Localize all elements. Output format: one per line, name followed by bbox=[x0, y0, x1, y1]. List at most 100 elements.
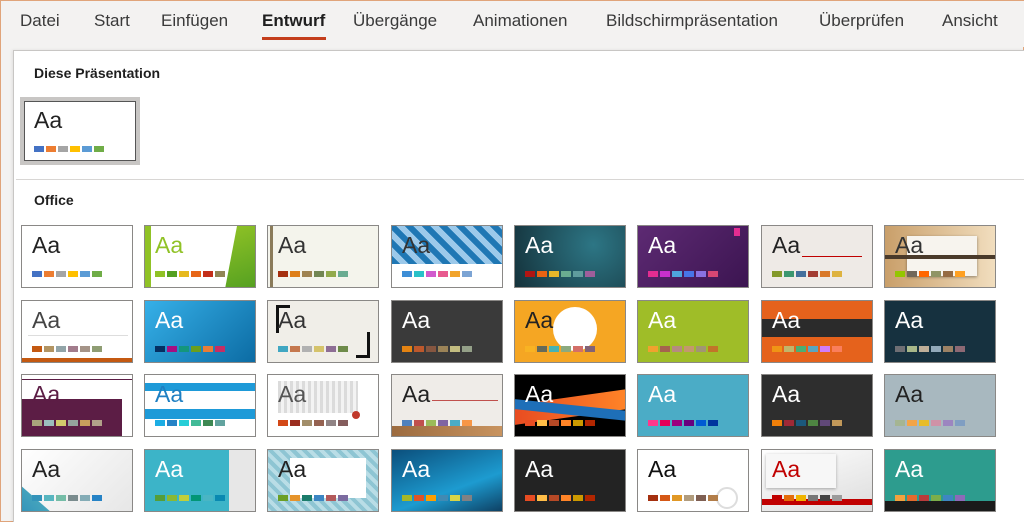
office-theme-thumbnail[interactable]: Aa bbox=[884, 374, 996, 437]
color-swatch bbox=[426, 420, 436, 426]
theme-color-swatches bbox=[402, 271, 472, 277]
active-tab-indicator bbox=[262, 37, 326, 40]
color-swatch bbox=[462, 271, 472, 277]
office-theme-thumbnail[interactable]: Aa bbox=[391, 225, 503, 288]
theme-decoration bbox=[22, 358, 132, 362]
tab-datei[interactable]: Datei bbox=[20, 11, 60, 37]
office-theme-thumbnail[interactable]: Aa bbox=[884, 300, 996, 363]
color-swatch bbox=[820, 420, 830, 426]
theme-decoration bbox=[367, 332, 370, 358]
office-theme-thumbnail[interactable]: Aa bbox=[144, 374, 256, 437]
color-swatch bbox=[438, 271, 448, 277]
theme-decoration bbox=[734, 228, 740, 236]
theme-preview-text: Aa bbox=[155, 307, 184, 333]
office-theme-thumbnail[interactable]: Aa bbox=[761, 449, 873, 512]
theme-preview-text: Aa bbox=[895, 456, 924, 482]
color-swatch bbox=[919, 271, 929, 277]
color-swatch bbox=[684, 495, 694, 501]
office-theme-thumbnail[interactable]: Aa bbox=[637, 374, 749, 437]
color-swatch bbox=[191, 420, 201, 426]
office-theme-thumbnail[interactable]: Aa bbox=[884, 449, 996, 512]
office-theme-thumbnail[interactable]: Aa bbox=[391, 449, 503, 512]
office-theme-thumbnail[interactable]: Aa bbox=[21, 374, 133, 437]
tab-ansicht[interactable]: Ansicht bbox=[942, 11, 998, 37]
theme-preview-text: Aa bbox=[278, 232, 307, 258]
office-theme-thumbnail[interactable]: Aa bbox=[514, 449, 626, 512]
office-theme-thumbnail[interactable]: Aa bbox=[514, 225, 626, 288]
office-theme-thumbnail[interactable]: Aa bbox=[267, 225, 379, 288]
office-theme-thumbnail[interactable]: Aa bbox=[144, 300, 256, 363]
color-swatch bbox=[648, 346, 658, 352]
color-swatch bbox=[179, 271, 189, 277]
theme-color-swatches bbox=[648, 346, 718, 352]
color-swatch bbox=[290, 495, 300, 501]
color-swatch bbox=[56, 271, 66, 277]
color-swatch bbox=[808, 271, 818, 277]
tab-start[interactable]: Start bbox=[94, 11, 130, 37]
color-swatch bbox=[56, 495, 66, 501]
theme-color-swatches bbox=[895, 346, 965, 352]
color-swatch bbox=[931, 495, 941, 501]
tab-ueberpruefen[interactable]: Überprüfen bbox=[819, 11, 904, 37]
color-swatch bbox=[549, 271, 559, 277]
color-swatch bbox=[561, 420, 571, 426]
color-swatch bbox=[537, 420, 547, 426]
theme-preview-text: Aa bbox=[525, 381, 554, 407]
office-theme-thumbnail[interactable]: Aa bbox=[637, 225, 749, 288]
color-swatch bbox=[955, 346, 965, 352]
color-swatch bbox=[338, 346, 348, 352]
color-swatch bbox=[585, 271, 595, 277]
tab-entwurf[interactable]: Entwurf bbox=[262, 11, 325, 37]
color-swatch bbox=[943, 346, 953, 352]
theme-color-swatches bbox=[525, 346, 595, 352]
color-swatch bbox=[338, 420, 348, 426]
tab-uebergaenge[interactable]: Übergänge bbox=[353, 11, 437, 37]
office-theme-thumbnail[interactable]: Aa bbox=[637, 300, 749, 363]
color-swatch bbox=[820, 495, 830, 501]
office-theme-thumbnail[interactable]: Aa bbox=[761, 374, 873, 437]
theme-color-swatches bbox=[772, 346, 842, 352]
office-theme-thumbnail[interactable]: Aa bbox=[144, 449, 256, 512]
current-theme-thumbnail[interactable]: Aa bbox=[20, 97, 140, 165]
color-swatch bbox=[32, 495, 42, 501]
tab-bildschirmpraesentation[interactable]: Bildschirmpräsentation bbox=[606, 11, 778, 37]
color-swatch bbox=[215, 495, 225, 501]
color-swatch bbox=[820, 271, 830, 277]
office-theme-thumbnail[interactable]: Aa bbox=[21, 449, 133, 512]
theme-preview-text: Aa bbox=[155, 381, 184, 407]
office-theme-thumbnail[interactable]: Aa bbox=[761, 300, 873, 363]
office-theme-thumbnail[interactable]: Aa bbox=[391, 374, 503, 437]
theme-color-swatches bbox=[772, 420, 842, 426]
color-swatch bbox=[450, 420, 460, 426]
color-swatch bbox=[155, 346, 165, 352]
office-theme-thumbnail[interactable]: Aa bbox=[267, 374, 379, 437]
tab-animationen[interactable]: Animationen bbox=[473, 11, 568, 37]
office-theme-thumbnail[interactable]: Aa bbox=[21, 300, 133, 363]
office-theme-thumbnail[interactable]: Aa bbox=[761, 225, 873, 288]
color-swatch bbox=[438, 346, 448, 352]
color-swatch bbox=[426, 271, 436, 277]
color-swatch bbox=[648, 420, 658, 426]
office-theme-thumbnail[interactable]: Aa bbox=[391, 300, 503, 363]
color-swatch bbox=[684, 346, 694, 352]
color-swatch bbox=[302, 346, 312, 352]
office-theme-thumbnail[interactable]: Aa bbox=[21, 225, 133, 288]
office-theme-thumbnail[interactable]: Aa bbox=[884, 225, 996, 288]
office-theme-thumbnail[interactable]: Aa bbox=[514, 374, 626, 437]
theme-preview-text: Aa bbox=[895, 232, 924, 258]
office-theme-thumbnail[interactable]: Aa bbox=[267, 449, 379, 512]
theme-decoration bbox=[270, 226, 273, 287]
office-theme-thumbnail[interactable]: Aa bbox=[267, 300, 379, 363]
color-swatch bbox=[784, 420, 794, 426]
color-swatch bbox=[919, 420, 929, 426]
office-theme-thumbnail[interactable]: Aa bbox=[514, 300, 626, 363]
tab-einfuegen[interactable]: Einfügen bbox=[161, 11, 228, 37]
theme-gallery-panel: Diese Präsentation Aa Office Aa Aa Aa Aa Aa A… bbox=[13, 50, 1024, 522]
color-swatch bbox=[70, 146, 80, 152]
section-divider bbox=[16, 179, 1024, 180]
section-title-this-presentation: Diese Präsentation bbox=[34, 65, 161, 81]
color-swatch bbox=[155, 495, 165, 501]
office-theme-thumbnail[interactable]: Aa bbox=[637, 449, 749, 512]
office-theme-thumbnail[interactable]: Aa bbox=[144, 225, 256, 288]
color-swatch bbox=[907, 346, 917, 352]
